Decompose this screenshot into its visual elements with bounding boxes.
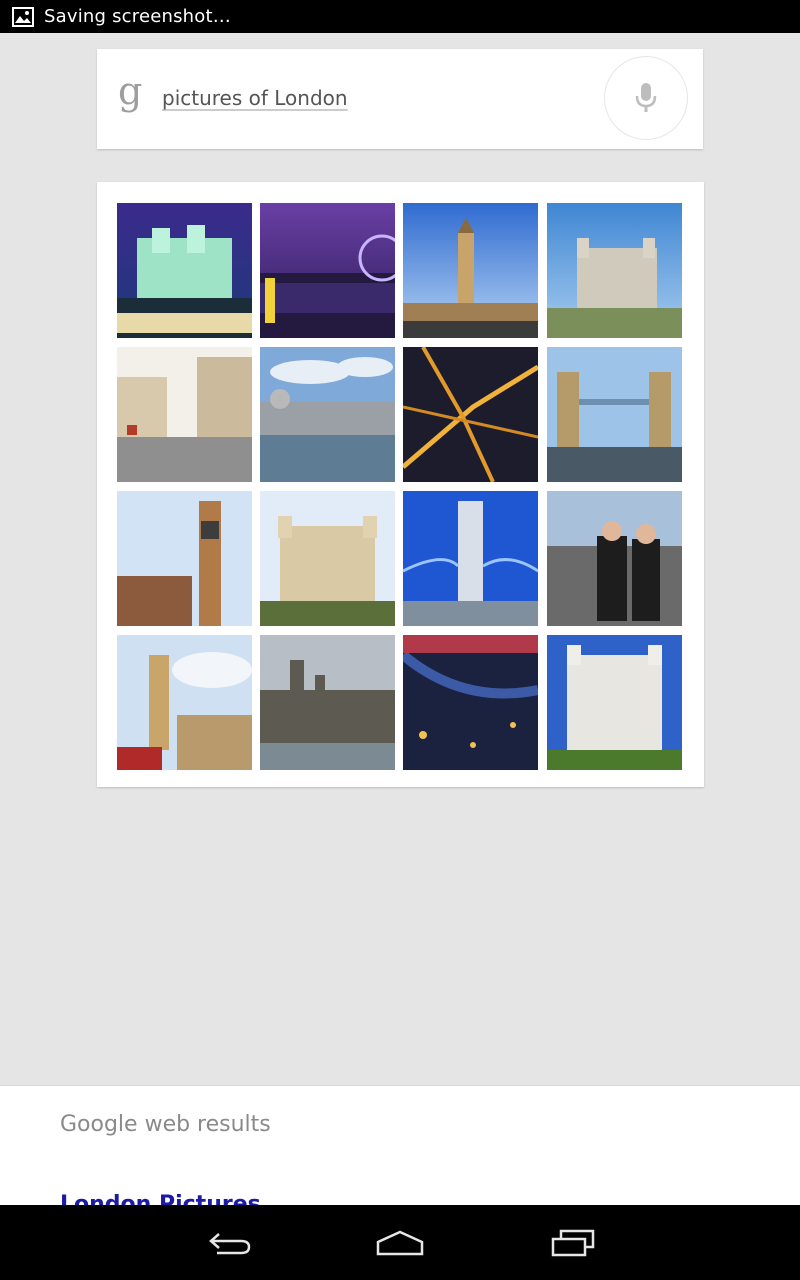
- google-g-icon: g: [118, 69, 143, 113]
- image-thumbnail[interactable]: [547, 635, 682, 770]
- back-icon: [209, 1233, 251, 1255]
- web-results-panel: Google web results London Pictures: [0, 1085, 800, 1206]
- image-thumbnail[interactable]: [117, 203, 252, 338]
- image-thumbnail[interactable]: [260, 635, 395, 770]
- search-query[interactable]: pictures of London: [162, 86, 348, 110]
- image-thumbnail[interactable]: [547, 347, 682, 482]
- result-link[interactable]: London Pictures: [60, 1192, 261, 1206]
- image-thumbnail[interactable]: [117, 635, 252, 770]
- navigation-bar: [0, 1205, 800, 1280]
- image-thumbnail[interactable]: [260, 203, 395, 338]
- results-header: Google web results: [60, 1112, 271, 1137]
- microphone-icon: [635, 83, 657, 112]
- image-thumbnail[interactable]: [117, 347, 252, 482]
- image-thumbnail[interactable]: [260, 347, 395, 482]
- microphone-button[interactable]: [604, 56, 688, 140]
- image-icon: [12, 6, 34, 27]
- status-text: Saving screenshot…: [44, 6, 231, 27]
- image-thumbnail[interactable]: [403, 635, 538, 770]
- image-thumbnail[interactable]: [403, 491, 538, 626]
- image-thumbnail[interactable]: [403, 347, 538, 482]
- image-thumbnail[interactable]: [260, 491, 395, 626]
- image-thumbnail[interactable]: [403, 203, 538, 338]
- recents-icon: [551, 1229, 595, 1257]
- image-thumbnail[interactable]: [547, 203, 682, 338]
- home-icon: [376, 1230, 424, 1256]
- image-thumbnail[interactable]: [547, 491, 682, 626]
- status-bar: Saving screenshot…: [0, 0, 800, 33]
- home-button[interactable]: [368, 1223, 432, 1263]
- recents-button[interactable]: [540, 1223, 604, 1263]
- back-button[interactable]: [198, 1223, 262, 1263]
- image-thumbnail[interactable]: [117, 491, 252, 626]
